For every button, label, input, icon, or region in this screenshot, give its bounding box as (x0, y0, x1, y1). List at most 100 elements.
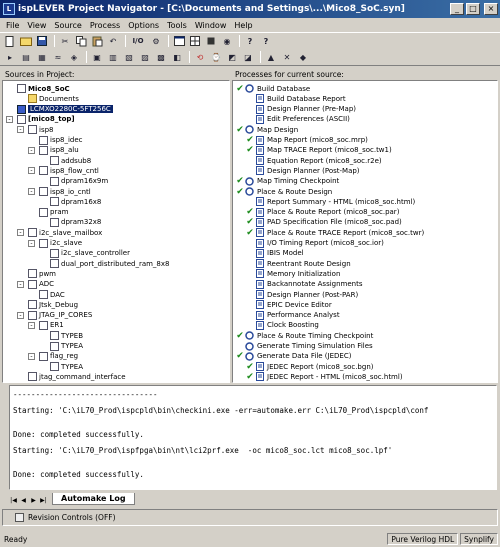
expander-icon[interactable]: - (17, 280, 24, 288)
module-icon (39, 238, 48, 248)
module-icon (39, 145, 48, 155)
expander-icon[interactable]: - (28, 321, 35, 329)
tab-next-icon[interactable]: ▶ (29, 496, 38, 505)
module-icon (39, 135, 48, 145)
menu-process[interactable]: Process (86, 21, 124, 30)
tab-last-icon[interactable]: ▶| (39, 496, 48, 505)
io-icon[interactable]: I/O (129, 35, 147, 48)
report-icon[interactable]: ▧ (122, 51, 136, 64)
process-item[interactable]: ✔JEDEC File (245, 382, 302, 383)
new-file-icon[interactable] (3, 35, 17, 48)
window-icon[interactable] (172, 35, 186, 48)
check-icon: ✔ (246, 227, 254, 238)
expander-icon[interactable]: - (6, 115, 13, 123)
menu-file[interactable]: File (2, 21, 23, 30)
log-line: Starting: 'C:\iL70_Prod\ispfpga\bin\nt\l… (13, 446, 393, 455)
process-gear-icon (245, 331, 254, 340)
automake-log-console[interactable]: -------------------------------- Startin… (9, 385, 497, 490)
tab-first-icon[interactable]: |◀ (9, 496, 18, 505)
revision-controls-label[interactable]: Revision Controls (OFF) (28, 513, 116, 522)
module-icon (28, 279, 37, 289)
source-tree-item[interactable]: Verilog Variables (17, 382, 86, 383)
cut-icon[interactable]: ✂ (58, 35, 72, 48)
process-label: Map Report (mico8_soc.mrp) (267, 136, 368, 144)
check-icon: ✔ (246, 207, 254, 218)
table-icon[interactable]: ▩ (154, 51, 168, 64)
revision-controls-pane: Revision Controls (OFF) (2, 509, 498, 526)
source-label: [mico8_top] (28, 115, 75, 124)
source-label: dual_port_distributed_ram_8x8 (61, 259, 170, 268)
paste-icon[interactable] (90, 35, 104, 48)
tab-automake-log[interactable]: Automake Log (52, 493, 135, 505)
run-icon[interactable]: ▸ (3, 51, 17, 64)
tool-c-icon[interactable]: ◆ (296, 51, 310, 64)
source-label: JTAG_IP_CORES (39, 311, 93, 320)
process-label: I/O Timing Report (mico8_soc.ior) (267, 239, 384, 247)
process-label: Map Design (257, 125, 299, 134)
report-icon (255, 135, 264, 145)
block-icon[interactable]: ▨ (138, 51, 152, 64)
chip-icon[interactable] (204, 35, 218, 48)
module-icon (39, 290, 48, 299)
module-icon (28, 300, 37, 310)
copy-icon[interactable] (74, 35, 88, 48)
project-icon (17, 84, 26, 93)
source-label: flag_reg (50, 352, 79, 361)
menu-source[interactable]: Source (50, 21, 85, 30)
expander-icon[interactable]: - (28, 239, 35, 247)
menu-view[interactable]: View (23, 21, 50, 30)
module-icon (50, 197, 59, 207)
expander-icon[interactable]: - (28, 352, 35, 360)
log-line: Done: completed successfully. (13, 430, 144, 439)
menu-options[interactable]: Options (124, 21, 163, 30)
source-tree-item[interactable]: dual_port_distributed_ram_8x8 (50, 258, 169, 269)
text-editor-icon[interactable]: ▦ (35, 51, 49, 64)
save-icon[interactable] (35, 35, 49, 48)
waveform-icon[interactable]: ≈ (51, 51, 65, 64)
tab-prev-icon[interactable]: ◀ (19, 496, 28, 505)
context-help-icon[interactable]: ? (259, 35, 273, 48)
tool-a-icon[interactable]: ▲ (264, 51, 278, 64)
expander-icon[interactable]: - (17, 229, 24, 237)
help-icon[interactable]: ? (243, 35, 257, 48)
processes-pane: ✔ Build Database Build Database Report Desi… (232, 80, 498, 383)
grid-icon[interactable] (188, 35, 202, 48)
check-icon: ✔ (236, 186, 244, 197)
expander-icon[interactable]: - (28, 188, 35, 195)
source-label: isp8_idec (50, 136, 83, 144)
app-icon: L (3, 3, 15, 15)
schematic-icon[interactable]: ▤ (19, 51, 33, 64)
tool-b-icon[interactable]: ✕ (280, 51, 294, 64)
log-tabs: |◀ ◀ ▶ ▶| Automake Log (9, 490, 497, 505)
route-icon[interactable]: ⟲ (193, 51, 207, 64)
source-label: Mico8_SoC (28, 84, 70, 93)
config-icon[interactable]: ⚙ (149, 35, 163, 48)
expander-icon[interactable]: - (28, 167, 35, 175)
module-generator-icon[interactable]: ◩ (225, 51, 239, 64)
timing-icon[interactable]: ⌚ (209, 51, 223, 64)
menu-window[interactable]: Window (191, 21, 231, 30)
layout-icon[interactable]: ▥ (106, 51, 120, 64)
constraint-icon[interactable]: ◈ (67, 51, 81, 64)
expander-icon[interactable]: - (17, 126, 24, 134)
module-icon (50, 362, 59, 372)
check-icon: ✔ (246, 361, 254, 372)
check-icon: ✔ (236, 330, 244, 341)
ip-icon[interactable]: ◪ (241, 51, 255, 64)
minimize-button[interactable]: _ (450, 3, 464, 15)
process-label: Reentrant Route Design (267, 259, 351, 268)
process-gear-icon (245, 125, 254, 134)
undo-icon[interactable]: ↶ (106, 35, 120, 48)
device-icon[interactable]: ◧ (170, 51, 184, 64)
report-icon (255, 310, 264, 320)
menu-help[interactable]: Help (230, 21, 256, 30)
expander-icon[interactable]: - (17, 311, 24, 319)
pin-icon[interactable]: ▣ (90, 51, 104, 64)
maximize-button[interactable]: □ (466, 3, 480, 15)
network-icon[interactable]: ◉ (220, 35, 234, 48)
menu-tools[interactable]: Tools (163, 21, 191, 30)
expander-icon[interactable]: - (28, 146, 35, 154)
source-label: dpram32x8 (61, 218, 102, 227)
open-folder-icon[interactable] (19, 35, 33, 48)
close-button[interactable]: × (484, 3, 498, 15)
